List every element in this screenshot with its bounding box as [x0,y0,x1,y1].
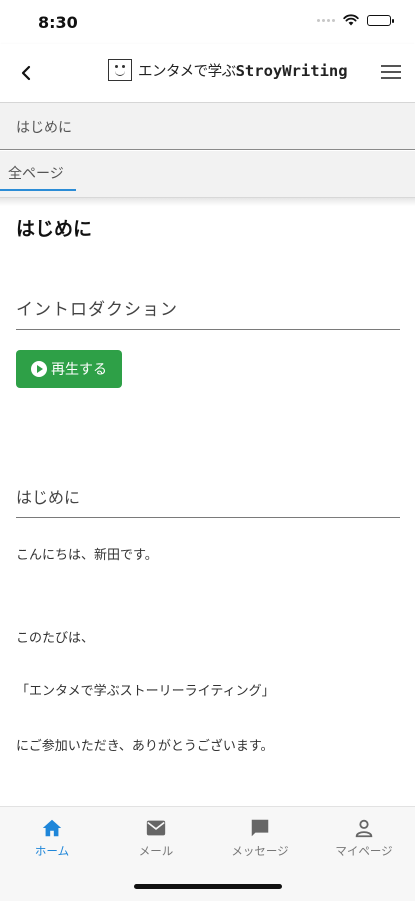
video-title-divider [16,329,400,330]
page-tabs: 全ページ [0,151,415,198]
section-divider [16,517,400,518]
person-icon [355,819,373,838]
nav-label-mail: メール [138,844,174,858]
logo-face-icon [108,59,132,81]
nav-item-home[interactable]: ホーム [7,817,97,859]
chevron-left-icon [21,65,31,81]
nav-item-messages[interactable]: メッセージ [215,817,305,859]
body-paragraph: にご参加いただき、ありがとうございます。 [16,739,274,754]
body-paragraph: こんにちは、新田です。 [16,548,158,563]
play-button[interactable]: 再生する [16,350,122,388]
home-icon [42,819,62,837]
breadcrumb-label: はじめに [16,120,72,136]
status-bar: 8:30 [0,0,415,44]
section-heading: はじめに [16,488,81,507]
wifi-icon [343,14,359,26]
video-title: イントロダクション [16,300,178,320]
play-icon [31,361,47,377]
battery-icon [367,14,394,26]
tab-all-pages[interactable]: 全ページ [0,163,76,191]
logo-text: エンタメで学ぶStroyWriting [138,60,348,81]
status-icons [317,14,394,26]
play-button-label: 再生する [51,362,107,378]
menu-button[interactable] [381,65,401,81]
home-indicator [134,884,282,889]
status-time: 8:30 [38,13,78,32]
logo-text-jp: エンタメで学ぶ [138,63,236,80]
app-logo: エンタメで学ぶStroyWriting [108,59,348,81]
logo-text-en: StroyWriting [235,61,348,80]
nav-item-mypage[interactable]: マイページ [319,817,409,859]
body-paragraph: このたびは、 [16,631,95,646]
body-paragraph: 「エンタメで学ぶストーリーライティング」 [16,684,275,699]
nav-label-home: ホーム [34,844,70,858]
tabs-shadow [0,198,415,206]
page-title: はじめに [16,218,93,240]
hamburger-icon [381,65,401,79]
nav-label-messages: メッセージ [231,844,289,858]
back-button[interactable] [14,60,40,86]
app-header: エンタメで学ぶStroyWriting [0,44,415,103]
mail-icon [146,820,166,836]
breadcrumb: はじめに [0,103,415,150]
nav-item-mail[interactable]: メール [111,817,201,859]
chat-icon [251,819,269,837]
nav-label-mypage: マイページ [335,844,393,858]
signal-icon [317,18,335,22]
